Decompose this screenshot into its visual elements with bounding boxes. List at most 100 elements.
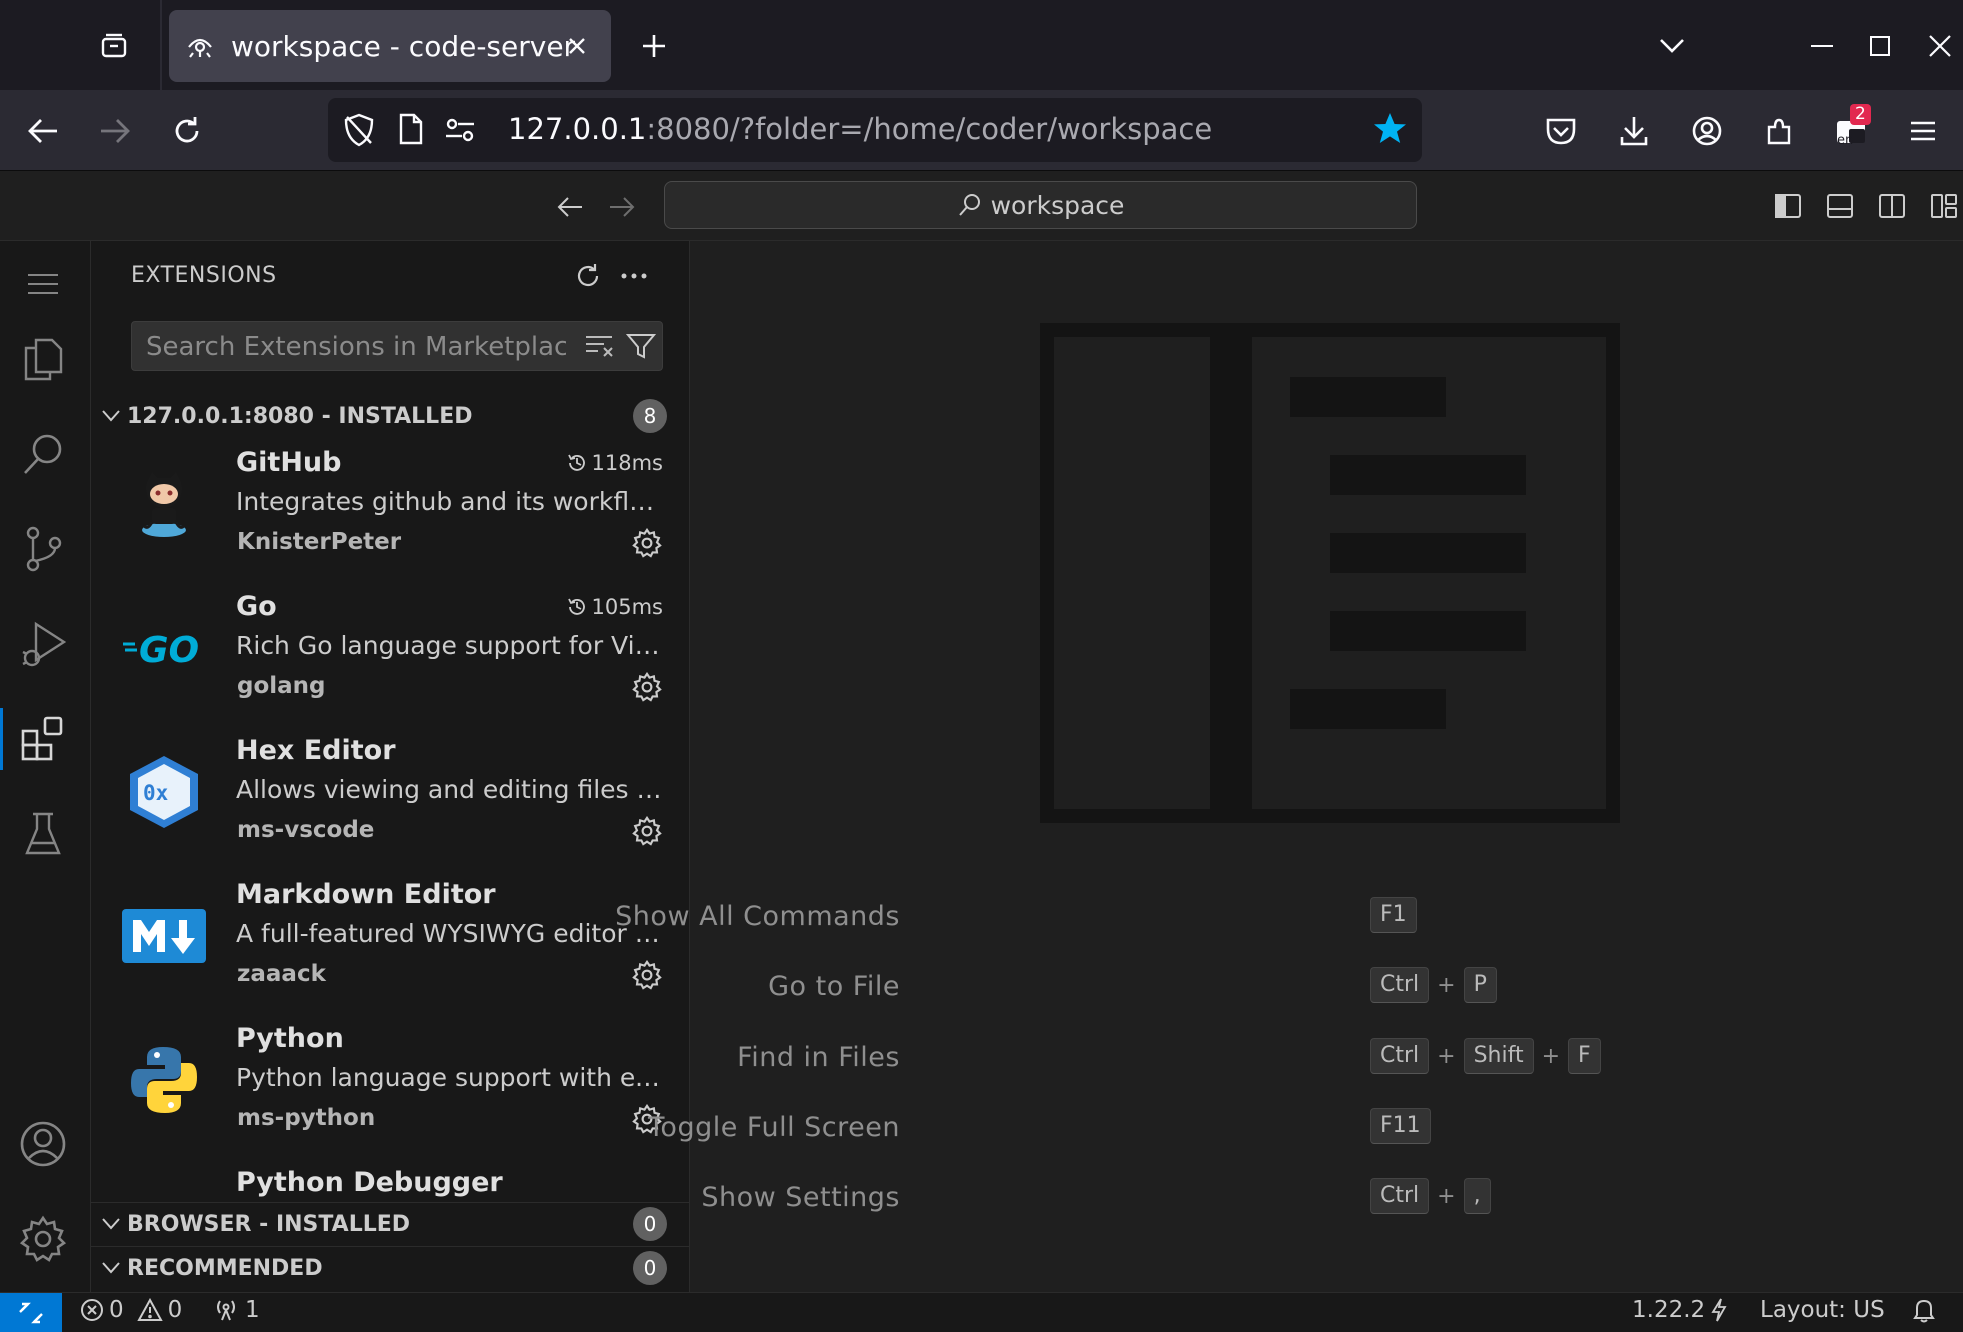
forward-button[interactable] [94,110,136,152]
manage-button[interactable] [0,1196,86,1282]
hex-icon-text: 0x [143,781,169,805]
url-bar[interactable]: 127.0.0.1:8080/?folder=/home/coder/works… [328,98,1422,162]
browser-installed-section-label: BROWSER - INSTALLED [127,1211,411,1237]
installed-section-header[interactable]: 127.0.0.1:8080 - INSTALLED 8 [91,395,689,437]
activation-time-value: 118ms [591,451,663,475]
recommended-section-label: RECOMMENDED [127,1255,323,1281]
maximize-icon [1869,35,1891,57]
extensions-search-box[interactable] [131,321,663,372]
ellipsis-icon [621,273,647,279]
ports-button[interactable]: 1 [212,1297,260,1323]
language-extension-button[interactable]: en 2 [1830,104,1872,152]
customize-layout-button[interactable] [1927,189,1961,223]
reload-button[interactable] [166,110,208,152]
chevron-down-icon [101,1217,121,1231]
url-text[interactable]: 127.0.0.1:8080/?folder=/home/coder/works… [508,112,1212,146]
run-and-debug-button[interactable] [0,601,86,687]
toggle-secondary-sidebar-button[interactable] [1875,189,1909,223]
manage-extension-button[interactable] [631,815,663,847]
python-debugger-icon [121,1185,207,1201]
extension-name: GitHub [236,447,342,478]
extension-name: Markdown Editor [236,879,496,910]
more-actions-button[interactable] [617,259,651,293]
extensions-button[interactable] [1758,110,1800,152]
extension-item-python-debugger[interactable]: Python Debugger [91,1161,689,1201]
broadcast-icon [212,1298,240,1322]
minimize-button[interactable] [1802,26,1842,66]
maximize-button[interactable] [1860,26,1900,66]
layout-icon [1930,193,1958,219]
filter-icon[interactable] [626,332,656,360]
recommended-count-badge: 0 [633,1251,667,1285]
keyboard-layout-text: Layout: US [1760,1297,1885,1323]
extension-item-github[interactable]: GitHub 118ms Integrates github and its w… [91,441,689,585]
search-view-button[interactable] [0,411,86,497]
keyboard-layout-button[interactable]: Layout: US [1760,1297,1885,1323]
tab-groups-button[interactable] [94,26,134,66]
layout-sidebar-right-icon [1878,193,1906,219]
go-forward-button[interactable] [602,187,642,227]
manage-extension-button[interactable] [631,959,663,991]
new-tab-button[interactable] [634,26,674,66]
close-window-button[interactable] [1920,26,1960,66]
lightning-icon [1710,1297,1728,1323]
page-info-icon[interactable] [398,112,424,146]
extensions-view-button[interactable] [0,696,86,782]
source-control-icon [23,525,63,573]
manage-extension-button[interactable] [631,527,663,559]
remote-indicator-button[interactable] [0,1293,62,1332]
vscode-watermark-logo [1040,323,1620,823]
accounts-button[interactable] [0,1101,86,1187]
clear-filter-icon[interactable] [584,334,614,358]
bookmark-star-icon[interactable] [1372,111,1408,147]
pocket-button[interactable] [1540,110,1582,152]
explorer-button[interactable] [0,316,86,402]
shortcut-show-settings: Show Settings Ctrl + , [690,1178,1963,1218]
puzzle-icon [1763,115,1795,147]
manage-extension-button[interactable] [631,671,663,703]
notifications-button[interactable] [1912,1297,1936,1323]
extension-item-hex-editor[interactable]: 0x Hex Editor Allows viewing and editing… [91,729,689,873]
extension-item-python[interactable]: Python Python language support with exte… [91,1017,689,1161]
extension-item-markdown-editor[interactable]: Markdown Editor A full-featured WYSIWYG … [91,873,689,1017]
tab-close-button[interactable] [559,28,595,64]
extensions-search-input[interactable] [144,322,568,372]
app-menu-button[interactable] [1902,110,1944,152]
plus-separator: + [1541,1043,1561,1069]
shortcut-keys: F1 [1370,897,1417,933]
downloads-button[interactable] [1613,110,1655,152]
shortcut-label: Go to File [768,971,900,1002]
account-button[interactable] [1686,110,1728,152]
key-cap: Ctrl [1370,1178,1430,1214]
back-button[interactable] [22,110,64,152]
application-menu-button[interactable] [0,241,86,327]
tracking-protection-icon[interactable] [342,112,376,148]
key-cap: F [1568,1038,1601,1074]
source-control-button[interactable] [0,506,86,592]
tab-workspace[interactable]: workspace - code-server [169,10,611,82]
lang-label: en [1837,133,1854,148]
toggle-panel-button[interactable] [1823,189,1857,223]
extension-name: Python Debugger [236,1167,503,1198]
toggle-primary-sidebar-button[interactable] [1771,189,1805,223]
extension-name: Hex Editor [236,735,396,766]
search-icon [957,192,983,218]
problems-button[interactable]: 0 0 [80,1297,182,1323]
shortcut-keys: F11 [1370,1108,1431,1144]
url-host: 127.0.0.1 [508,112,647,146]
version-status-item[interactable]: 1.22.2 [1632,1297,1728,1323]
beaker-icon [23,811,63,857]
history-icon [566,452,588,474]
shortcut-find-in-files: Find in Files Ctrl + Shift + F [690,1038,1963,1078]
permissions-icon[interactable] [444,116,476,144]
command-center[interactable]: workspace [664,181,1417,229]
extension-item-go[interactable]: GO Go 105ms Rich Go language support for… [91,585,689,729]
go-back-button[interactable] [550,187,590,227]
browser-installed-section-header[interactable]: BROWSER - INSTALLED 0 [91,1202,689,1245]
refresh-button[interactable] [571,259,605,293]
key-cap: P [1463,967,1497,1003]
testing-button[interactable] [0,791,86,877]
recommended-section-header[interactable]: RECOMMENDED 0 [91,1246,689,1289]
installed-count-badge: 8 [633,399,667,433]
list-all-tabs-button[interactable] [1652,26,1692,66]
